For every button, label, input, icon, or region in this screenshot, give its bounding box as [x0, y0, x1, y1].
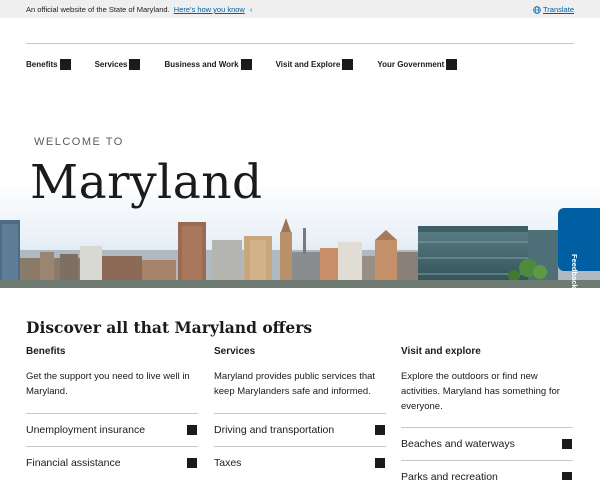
- link-label: Parks and recreation: [401, 471, 498, 480]
- nav-item-your-government[interactable]: Your Government: [377, 58, 458, 70]
- column-description: Explore the outdoors or find new activit…: [401, 371, 560, 412]
- how-you-know-link[interactable]: Here's how you know: [174, 5, 245, 14]
- feedback-label: Feedback: [570, 254, 579, 289]
- official-banner: An official website of the State of Mary…: [0, 0, 600, 18]
- column-link-list: Beaches and waterways Parks and recreati…: [401, 427, 573, 480]
- hero-title: Maryland: [30, 155, 263, 210]
- link-label: Beaches and waterways: [401, 438, 515, 450]
- arrow-icon: [562, 472, 572, 480]
- link-parks-and-recreation[interactable]: Parks and recreation: [401, 460, 573, 480]
- nav-item-label: Services: [94, 59, 128, 69]
- nav-item-visit-and-explore[interactable]: Visit and Explore: [275, 58, 354, 70]
- official-site-text: An official website of the State of Mary…: [26, 5, 252, 14]
- feedback-button[interactable]: Feedback: [558, 208, 600, 289]
- column-description: Maryland provides public services that k…: [214, 371, 376, 397]
- discover-column-visit-and-explore: Visit and explore Explore the outdoors o…: [401, 346, 573, 480]
- main-navigation: Benefits Services Business and Work Visi…: [26, 57, 481, 71]
- column-heading: Services: [214, 346, 256, 357]
- link-taxes[interactable]: Taxes: [214, 446, 386, 479]
- nav-item-label: Visit and Explore: [275, 59, 341, 69]
- column-link-list: Driving and transportation Taxes: [214, 413, 386, 479]
- expand-icon: [446, 58, 458, 70]
- discover-heading: Discover all that Maryland offers: [26, 318, 313, 337]
- globe-icon: [533, 5, 541, 14]
- translate-label: Translate: [543, 5, 574, 14]
- nav-item-services[interactable]: Services: [94, 58, 141, 70]
- link-beaches-and-waterways[interactable]: Beaches and waterways: [401, 427, 573, 460]
- link-label: Driving and transportation: [214, 424, 335, 436]
- link-driving-and-transportation[interactable]: Driving and transportation: [214, 413, 386, 446]
- expand-icon: [59, 58, 71, 70]
- link-label: Financial assistance: [26, 457, 121, 469]
- expand-icon: [240, 58, 252, 70]
- arrow-icon: [375, 458, 385, 468]
- link-label: Unemployment insurance: [26, 424, 146, 436]
- arrow-icon: [562, 439, 572, 449]
- header-divider: [26, 43, 574, 44]
- column-heading: Visit and explore: [401, 346, 481, 357]
- nav-item-benefits[interactable]: Benefits: [26, 58, 71, 70]
- link-label: Taxes: [214, 457, 242, 469]
- arrow-icon: [187, 458, 197, 468]
- arrow-icon: [187, 425, 197, 435]
- nav-item-label: Benefits: [26, 59, 58, 69]
- nav-item-label: Your Government: [377, 59, 445, 69]
- arrow-icon: [375, 425, 385, 435]
- chevron-down-icon[interactable]: ‹: [250, 7, 252, 14]
- hero-eyebrow: WELCOME TO: [34, 136, 124, 148]
- column-description: Get the support you need to live well in…: [26, 371, 190, 397]
- discover-column-services: Services Maryland provides public servic…: [214, 346, 386, 469]
- translate-link[interactable]: Translate: [533, 5, 574, 14]
- discover-column-benefits: Benefits Get the support you need to liv…: [26, 346, 198, 469]
- expand-icon: [342, 58, 354, 70]
- nav-item-business-and-work[interactable]: Business and Work: [164, 58, 252, 70]
- column-link-list: Unemployment insurance Financial assista…: [26, 413, 198, 479]
- column-heading: Benefits: [26, 346, 66, 357]
- link-unemployment-insurance[interactable]: Unemployment insurance: [26, 413, 198, 446]
- official-site-label: An official website of the State of Mary…: [26, 5, 170, 14]
- nav-item-label: Business and Work: [164, 59, 239, 69]
- expand-icon: [129, 58, 141, 70]
- link-financial-assistance[interactable]: Financial assistance: [26, 446, 198, 479]
